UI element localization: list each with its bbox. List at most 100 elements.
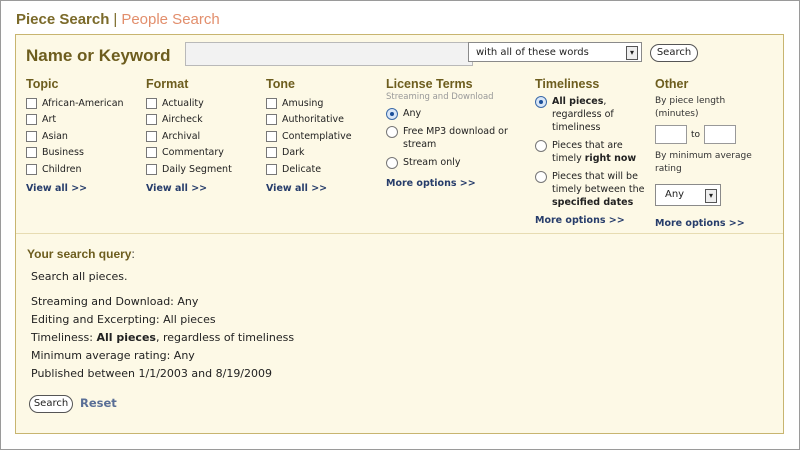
checkbox[interactable] bbox=[266, 163, 277, 175]
license-option-label: Stream only bbox=[403, 157, 461, 168]
other-heading: Other bbox=[655, 77, 689, 91]
topic-option[interactable]: Asian bbox=[26, 128, 124, 145]
format-option-label: Actuality bbox=[162, 97, 204, 109]
length-range: to bbox=[655, 125, 765, 144]
radio[interactable] bbox=[535, 171, 547, 183]
topic-option-label: Business bbox=[42, 147, 84, 159]
checkbox[interactable] bbox=[266, 97, 277, 109]
topic-heading: Topic bbox=[26, 77, 59, 91]
checkbox[interactable] bbox=[26, 114, 37, 126]
tab-people-search[interactable]: People Search bbox=[121, 11, 219, 28]
format-option[interactable]: Actuality bbox=[146, 95, 232, 112]
topic-option[interactable]: Art bbox=[26, 112, 124, 129]
checkbox[interactable] bbox=[146, 97, 157, 109]
tab-separator: | bbox=[113, 11, 118, 28]
format-option-label: Commentary bbox=[162, 147, 224, 159]
tone-option-label: Delicate bbox=[282, 163, 322, 175]
checkbox[interactable] bbox=[146, 114, 157, 126]
chevron-down-icon: ▾ bbox=[626, 46, 638, 60]
other-more-options-link[interactable]: More options >> bbox=[655, 218, 765, 229]
timeliness-option-all[interactable]: All pieces, regardless of timeliness bbox=[535, 95, 647, 134]
query-line-streaming: Streaming and Download: Any bbox=[31, 295, 199, 308]
license-option-any[interactable]: Any bbox=[386, 107, 521, 120]
search-panel: Name or Keyword with all of these words … bbox=[15, 34, 784, 434]
length-label: By piece length (minutes) bbox=[655, 96, 726, 119]
topic-view-all-link[interactable]: View all >> bbox=[26, 183, 124, 194]
checkbox[interactable] bbox=[146, 130, 157, 142]
radio-selected[interactable] bbox=[386, 108, 398, 120]
checkbox[interactable] bbox=[266, 130, 277, 142]
checkbox[interactable] bbox=[266, 114, 277, 126]
tab-piece-search[interactable]: Piece Search bbox=[16, 11, 109, 28]
query-summary: Search all pieces. bbox=[31, 270, 128, 283]
format-facet: Format Actuality Aircheck Archival Comme… bbox=[146, 77, 232, 194]
timeliness-option-label: Pieces that are timely right now bbox=[552, 140, 637, 164]
tone-view-all-link[interactable]: View all >> bbox=[266, 183, 352, 194]
tone-option[interactable]: Delicate bbox=[266, 161, 352, 178]
format-view-all-link[interactable]: View all >> bbox=[146, 183, 232, 194]
license-facet: License Terms Streaming and Download Any… bbox=[386, 77, 521, 189]
topic-option[interactable]: Children bbox=[26, 161, 124, 178]
radio[interactable] bbox=[386, 157, 398, 169]
checkbox[interactable] bbox=[266, 147, 277, 159]
keyword-mode-select[interactable]: with all of these words ▾ bbox=[468, 42, 642, 62]
license-more-options-link[interactable]: More options >> bbox=[386, 178, 521, 189]
query-line-rating: Minimum average rating: Any bbox=[31, 349, 195, 362]
tone-option[interactable]: Contemplative bbox=[266, 128, 352, 145]
search-form: Name or Keyword with all of these words … bbox=[16, 35, 783, 234]
topic-option-label: Art bbox=[42, 114, 57, 126]
format-option[interactable]: Aircheck bbox=[146, 112, 232, 129]
format-option-label: Archival bbox=[162, 130, 201, 142]
query-line-published: Published between 1/1/2003 and 8/19/2009 bbox=[31, 367, 273, 380]
topic-option[interactable]: Business bbox=[26, 145, 124, 162]
license-option-stream-only[interactable]: Stream only bbox=[386, 156, 521, 169]
keyword-input[interactable] bbox=[185, 42, 473, 66]
topic-option-label: Children bbox=[42, 163, 82, 175]
checkbox[interactable] bbox=[26, 130, 37, 142]
license-subheading: Streaming and Download bbox=[386, 92, 494, 102]
timeliness-heading: Timeliness bbox=[535, 77, 600, 91]
format-option[interactable]: Commentary bbox=[146, 145, 232, 162]
rating-select-value: Any bbox=[665, 189, 685, 200]
license-option-free-mp3[interactable]: Free MP3 download or stream bbox=[386, 125, 521, 151]
format-option[interactable]: Daily Segment bbox=[146, 161, 232, 178]
tone-option[interactable]: Dark bbox=[266, 145, 352, 162]
other-facet: Other By piece length (minutes) to By mi… bbox=[655, 77, 765, 229]
tone-option-label: Contemplative bbox=[282, 130, 352, 142]
tone-option[interactable]: Authoritative bbox=[266, 112, 352, 129]
timeliness-option-now[interactable]: Pieces that are timely right now bbox=[535, 139, 647, 165]
keyword-mode-value: with all of these words bbox=[476, 47, 589, 58]
license-option-label: Any bbox=[403, 108, 422, 119]
topic-option[interactable]: African-American bbox=[26, 95, 124, 112]
checkbox[interactable] bbox=[146, 163, 157, 175]
format-option-label: Aircheck bbox=[162, 114, 203, 126]
format-option-label: Daily Segment bbox=[162, 163, 232, 175]
search-button-bottom[interactable]: Search bbox=[29, 395, 73, 413]
timeliness-option-dates[interactable]: Pieces that will be timely between the s… bbox=[535, 170, 647, 209]
search-tabs: Piece Search | People Search bbox=[16, 11, 220, 28]
rating-label: By minimum average rating bbox=[655, 151, 752, 174]
checkbox[interactable] bbox=[26, 97, 37, 109]
reset-link[interactable]: Reset bbox=[80, 396, 117, 410]
checkbox[interactable] bbox=[146, 147, 157, 159]
license-heading: License Terms bbox=[386, 77, 473, 91]
length-max-input[interactable] bbox=[704, 125, 737, 144]
radio[interactable] bbox=[535, 140, 547, 152]
keyword-label: Name or Keyword bbox=[26, 46, 171, 65]
chevron-down-icon: ▾ bbox=[705, 189, 717, 203]
timeliness-option-label: Pieces that will be timely between the s… bbox=[552, 171, 645, 208]
tone-option-label: Dark bbox=[282, 147, 305, 159]
tone-option[interactable]: Amusing bbox=[266, 95, 352, 112]
radio-selected[interactable] bbox=[535, 96, 547, 108]
timeliness-more-options-link[interactable]: More options >> bbox=[535, 215, 647, 226]
search-button-top[interactable]: Search bbox=[650, 44, 698, 62]
radio[interactable] bbox=[386, 126, 398, 138]
topic-option-label: Asian bbox=[42, 130, 68, 142]
license-option-label: Free MP3 download or stream bbox=[403, 126, 508, 150]
format-option[interactable]: Archival bbox=[146, 128, 232, 145]
rating-select[interactable]: Any ▾ bbox=[655, 184, 721, 206]
timeliness-facet: Timeliness All pieces, regardless of tim… bbox=[535, 77, 647, 226]
checkbox[interactable] bbox=[26, 163, 37, 175]
checkbox[interactable] bbox=[26, 147, 37, 159]
length-min-input[interactable] bbox=[655, 125, 687, 144]
